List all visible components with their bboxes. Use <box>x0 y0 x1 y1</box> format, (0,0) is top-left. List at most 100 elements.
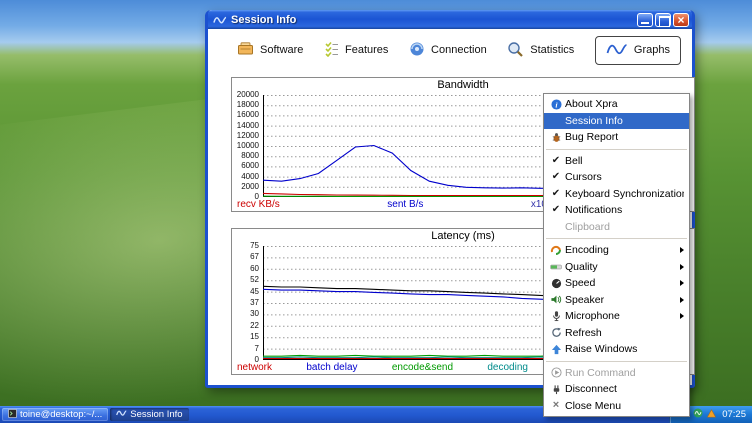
menu-item-quality[interactable]: Quality <box>544 259 689 276</box>
menu-item-cursors[interactable]: ✔Cursors <box>544 169 689 186</box>
submenu-arrow-icon <box>680 297 684 303</box>
check-icon: ✔ <box>547 172 565 182</box>
alert-icon[interactable] <box>707 409 716 421</box>
menu-item-label: Bug Report <box>565 131 684 143</box>
menu-item-speed[interactable]: Speed <box>544 275 689 292</box>
speed-icon <box>547 278 565 289</box>
maximize-button[interactable] <box>655 13 671 27</box>
y-axis-labels: 0200040006000800010000120001400016000180… <box>232 92 262 197</box>
check-icon: ✔ <box>547 189 565 199</box>
context-menu: iAbout XpraSession InfoBug Report✔Bell✔C… <box>543 93 690 417</box>
menu-item-label: Speaker <box>565 294 676 306</box>
xpra-tray-icon[interactable] <box>693 408 703 421</box>
menu-item-label: Clipboard <box>565 221 684 233</box>
menu-item-label: Quality <box>565 261 676 273</box>
legend-network: network <box>237 361 272 374</box>
menu-item-encoding[interactable]: Encoding <box>544 242 689 259</box>
menu-item-keyboard-synchronization[interactable]: ✔Keyboard Synchronization <box>544 186 689 203</box>
tab-connection[interactable]: Connection <box>409 41 487 60</box>
chart-legend: recv KB/ssent B/sx10 <box>237 198 547 211</box>
menu-item-raise-windows[interactable]: Raise Windows <box>544 341 689 358</box>
statistics-icon <box>507 41 524 60</box>
tab-features[interactable]: Features <box>324 41 388 60</box>
window-controls <box>637 13 689 27</box>
check-icon: ✔ <box>547 205 565 215</box>
raise-icon <box>547 344 565 355</box>
close-button[interactable] <box>673 13 689 27</box>
bug-icon <box>547 132 565 143</box>
xpra-icon <box>213 14 227 26</box>
chart-title: Bandwidth <box>232 78 694 92</box>
legend-recv-kb-s: recv KB/s <box>237 198 280 211</box>
tab-label: Statistics <box>530 44 574 56</box>
speaker-icon <box>547 294 565 305</box>
menu-item-speaker[interactable]: Speaker <box>544 292 689 309</box>
menu-item-label: Notifications <box>565 204 684 216</box>
menu-item-run-command: Run Command <box>544 365 689 382</box>
menu-item-label: Close Menu <box>565 400 684 412</box>
menu-item-label: Speed <box>565 277 676 289</box>
quality-icon <box>547 262 565 272</box>
window-title: Session Info <box>231 14 637 26</box>
menu-item-close-menu[interactable]: ×Close Menu <box>544 398 689 415</box>
task-label: toine@desktop:~/... <box>20 409 102 420</box>
submenu-arrow-icon <box>680 264 684 270</box>
info-icon: i <box>547 99 565 110</box>
tab-label: Software <box>260 44 303 56</box>
tab-label: Features <box>345 44 388 56</box>
desktop: Session Info Software Features Connectio… <box>0 0 752 423</box>
submenu-arrow-icon <box>680 280 684 286</box>
submenu-arrow-icon <box>680 313 684 319</box>
legend-encode-send: encode&send <box>392 361 453 374</box>
task-label: Session Info <box>130 409 182 420</box>
minimize-button[interactable] <box>637 13 653 27</box>
menu-item-bell[interactable]: ✔Bell <box>544 153 689 170</box>
menu-item-microphone[interactable]: Microphone <box>544 308 689 325</box>
menu-item-refresh[interactable]: Refresh <box>544 325 689 342</box>
tab-label: Graphs <box>634 44 670 56</box>
menu-item-about-xpra[interactable]: iAbout Xpra <box>544 96 689 113</box>
menu-item-label: Keyboard Synchronization <box>565 188 684 200</box>
chart-legend: network batch delay encode&send decoding <box>237 361 528 374</box>
menu-item-notifications[interactable]: ✔Notifications <box>544 202 689 219</box>
connection-icon <box>409 41 425 60</box>
taskbar-task-session-info[interactable]: Session Info <box>110 408 188 421</box>
legend-decoding: decoding <box>487 361 528 374</box>
tab-graphs[interactable]: Graphs <box>595 36 681 65</box>
graphs-icon <box>606 42 628 59</box>
run-icon <box>547 367 565 378</box>
menu-item-disconnect[interactable]: Disconnect <box>544 381 689 398</box>
y-axis-labels: 07152230374552606775 <box>232 243 262 360</box>
tab-software[interactable]: Software <box>237 41 303 60</box>
software-icon <box>237 41 254 60</box>
menu-item-label: Raise Windows <box>565 343 684 355</box>
window-titlebar[interactable]: Session Info <box>208 10 692 29</box>
taskbar-task-terminal[interactable]: toine@desktop:~/... <box>2 408 108 421</box>
menu-item-label: Disconnect <box>565 383 684 395</box>
menu-item-session-info[interactable]: Session Info <box>544 113 689 130</box>
menu-separator <box>546 149 687 150</box>
menu-item-label: Session Info <box>565 115 684 127</box>
toolbar: Software Features Connection Statistics … <box>211 29 689 71</box>
legend-batch-delay: batch delay <box>306 361 357 374</box>
microphone-icon <box>547 310 565 322</box>
menu-item-label: Microphone <box>565 310 676 322</box>
terminal-icon <box>8 409 17 421</box>
menu-item-label: Run Command <box>565 367 684 379</box>
check-icon: ✔ <box>547 156 565 166</box>
encoding-icon <box>547 244 565 256</box>
menu-item-bug-report[interactable]: Bug Report <box>544 129 689 146</box>
menu-separator <box>546 361 687 362</box>
submenu-arrow-icon <box>680 247 684 253</box>
disconnect-icon <box>547 384 565 395</box>
menu-item-label: Bell <box>565 155 684 167</box>
refresh-icon <box>547 327 565 338</box>
legend-sent-b-s: sent B/s <box>387 198 423 211</box>
menu-item-label: Refresh <box>565 327 684 339</box>
menu-item-label: About Xpra <box>565 98 684 110</box>
taskbar-clock: 07:25 <box>722 409 746 420</box>
close-icon: × <box>547 400 565 411</box>
menu-separator <box>546 238 687 239</box>
tab-statistics[interactable]: Statistics <box>507 41 574 60</box>
xpra-icon <box>116 409 127 420</box>
